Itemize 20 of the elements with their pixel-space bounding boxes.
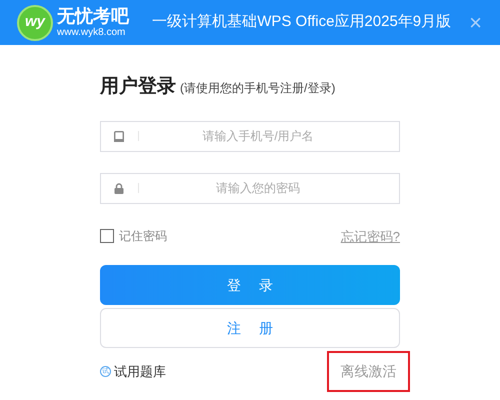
trial-question-bank-link[interactable]: 试用题库 [114, 362, 166, 382]
logo-name: 无忧考吧 [57, 7, 129, 25]
forgot-password-link[interactable]: 忘记密码? [340, 226, 400, 246]
window-title: 一级计算机基础WPS Office应用2025年9月版 [152, 12, 452, 32]
login-button[interactable]: 登 录 [100, 265, 400, 305]
lock-icon [114, 182, 124, 194]
form-subheading: (请使用您的手机号注册/登录) [180, 80, 336, 97]
username-input-box[interactable]: 请输入手机号/用户名 [100, 120, 400, 152]
offline-activation-link[interactable]: 离线激活 [327, 351, 410, 392]
username-field[interactable]: 请输入手机号/用户名 [139, 122, 399, 150]
remember-label: 记住密码 [119, 228, 167, 246]
logo-url: www.wyk8.com [57, 28, 126, 38]
remember-checkbox[interactable] [100, 229, 114, 244]
logo-badge: wy [17, 4, 53, 40]
close-button[interactable]: × [469, 12, 482, 34]
register-button[interactable]: 注 册 [100, 308, 400, 348]
tablet-icon [114, 130, 124, 142]
password-field[interactable]: 请输入您的密码 [139, 174, 399, 202]
form-heading: 用户登录 [100, 74, 176, 99]
password-input-box[interactable]: 请输入您的密码 [100, 172, 400, 204]
